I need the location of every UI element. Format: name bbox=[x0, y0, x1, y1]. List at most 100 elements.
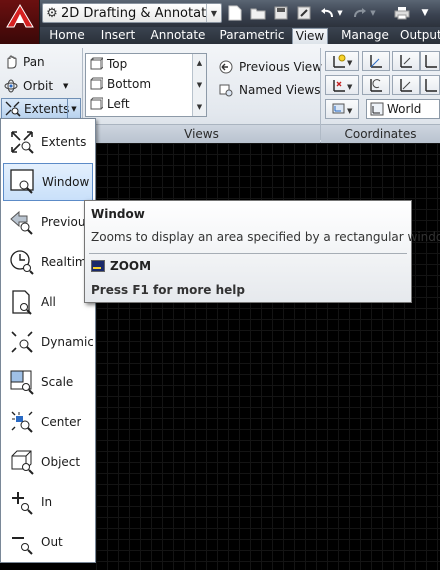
chevron-down-icon: ▼ bbox=[71, 104, 77, 113]
ucs-origin-button[interactable] bbox=[362, 51, 390, 71]
zoom-previous-icon bbox=[10, 210, 33, 235]
orbit-button[interactable]: Orbit ▼ bbox=[3, 76, 68, 95]
workspace-dropdown[interactable]: ⚙ 2D Drafting & Annotation ▼ bbox=[42, 3, 222, 23]
zoom-all-icon bbox=[12, 290, 32, 315]
view-item-left[interactable]: Left bbox=[86, 94, 206, 114]
named-views-label: Named Views bbox=[239, 83, 321, 97]
zoom-item-label: Window bbox=[42, 175, 90, 189]
gear-icon: ⚙ bbox=[46, 5, 58, 21]
zoom-item-label: In bbox=[41, 495, 53, 509]
pan-button[interactable]: Pan bbox=[3, 52, 45, 71]
zoom-menu-item-object[interactable]: Object bbox=[3, 443, 93, 481]
ucs-object-button[interactable] bbox=[392, 75, 420, 95]
tab-annotate[interactable]: Annotate bbox=[146, 28, 210, 44]
zoom-menu-item-scale[interactable]: Scale bbox=[3, 363, 93, 401]
cube-left-icon bbox=[90, 97, 103, 110]
zoom-out-icon bbox=[12, 537, 33, 555]
tab-home[interactable]: Home bbox=[44, 28, 90, 44]
previous-view-icon bbox=[219, 60, 233, 74]
named-views-button[interactable]: Named Views bbox=[218, 80, 321, 100]
save-as-icon bbox=[297, 6, 311, 20]
undo-icon bbox=[321, 8, 333, 18]
ucs-3point-button[interactable] bbox=[392, 51, 420, 71]
undo-dropdown[interactable]: ▼ bbox=[334, 4, 346, 22]
tooltip-command-name: ZOOM bbox=[110, 259, 152, 273]
command-tooltip: Window Zooms to display an area specifie… bbox=[84, 200, 440, 303]
redo-dropdown[interactable]: ▼ bbox=[367, 4, 379, 22]
redo-icon bbox=[354, 8, 366, 18]
application-menu-button[interactable] bbox=[0, 0, 40, 44]
customize-toolbar-button[interactable]: ▼ bbox=[415, 4, 435, 22]
view-item-top[interactable]: Top bbox=[86, 54, 206, 74]
ucs-icon-button[interactable]: ▼ bbox=[325, 99, 359, 119]
svg-text:▼: ▼ bbox=[347, 107, 353, 115]
cube-top-icon bbox=[90, 57, 103, 70]
tooltip-command: ZOOM bbox=[91, 259, 151, 273]
coordinates-panel-title: Coordinates bbox=[321, 124, 440, 143]
tab-output[interactable]: Output bbox=[400, 28, 440, 44]
new-file-button[interactable] bbox=[225, 4, 245, 22]
tab-view[interactable]: View bbox=[292, 28, 328, 44]
zoom-dropdown-toggle[interactable]: ▼ bbox=[67, 99, 80, 118]
gallery-scrollbar[interactable]: ▲ ▼ ▼ bbox=[192, 54, 206, 116]
zoom-menu-item-dynamic[interactable]: Dynamic bbox=[3, 323, 93, 361]
tooltip-description: Zooms to display an area specified by a … bbox=[91, 230, 440, 244]
chevron-down-icon: ▼ bbox=[370, 9, 376, 17]
zoom-dropdown-menu: Extents Window Previous Realtime All Dyn… bbox=[0, 118, 96, 563]
extents-label: Extents bbox=[24, 101, 70, 116]
open-file-button[interactable] bbox=[248, 4, 268, 22]
ucs-previous-icon bbox=[370, 79, 382, 92]
zoom-menu-item-previous[interactable]: Previous bbox=[3, 203, 93, 241]
zoom-extents-split-button[interactable]: Extents ▼ bbox=[1, 98, 81, 119]
chevron-down-icon: ▼ bbox=[63, 81, 69, 90]
zoom-center-icon bbox=[11, 411, 33, 433]
scroll-up-icon[interactable]: ▲ bbox=[197, 54, 202, 72]
scroll-down-icon[interactable]: ▼ bbox=[197, 76, 202, 94]
views-panel-title: Views bbox=[83, 124, 320, 143]
tab-parametric[interactable]: Parametric bbox=[214, 28, 290, 44]
zoom-object-icon bbox=[11, 450, 34, 475]
gallery-expand-icon[interactable]: ▼ bbox=[197, 98, 202, 116]
tooltip-divider bbox=[89, 253, 407, 254]
save-as-button[interactable] bbox=[294, 4, 314, 22]
zoom-menu-item-in[interactable]: In bbox=[3, 483, 93, 521]
hand-icon bbox=[7, 55, 17, 68]
ucs-named-combo[interactable]: World bbox=[366, 99, 440, 119]
ucs-display-icon: ▼ bbox=[332, 103, 353, 115]
zoom-menu-item-all[interactable]: All bbox=[3, 283, 93, 321]
tab-manage[interactable]: Manage bbox=[334, 28, 396, 44]
ucs-button[interactable]: ▼ bbox=[325, 51, 359, 71]
zoom-menu-item-extents[interactable]: Extents bbox=[3, 123, 93, 161]
ucs-x-icon: ▼ bbox=[333, 80, 353, 92]
tab-insert[interactable]: Insert bbox=[94, 28, 142, 44]
chevron-down-icon: ▼ bbox=[337, 9, 343, 17]
tooltip-help: Press F1 for more help bbox=[91, 283, 245, 297]
zoom-item-label: Extents bbox=[41, 135, 87, 149]
zoom-menu-item-window[interactable]: Window bbox=[3, 163, 93, 201]
chevron-down-icon: ▼ bbox=[206, 4, 221, 22]
printer-icon bbox=[394, 7, 410, 20]
zoom-in-icon bbox=[12, 492, 33, 515]
ucs-previous-button[interactable] bbox=[362, 75, 390, 95]
ucs-x-button[interactable]: ▼ bbox=[325, 75, 359, 95]
zoom-extents-icon bbox=[5, 101, 21, 117]
zoom-menu-item-realtime[interactable]: Realtime bbox=[3, 243, 93, 281]
view-item-bottom[interactable]: Bottom bbox=[86, 74, 206, 94]
zoom-item-label: Out bbox=[41, 535, 63, 549]
zoom-menu-item-center[interactable]: Center bbox=[3, 403, 93, 441]
cube-bottom-icon bbox=[90, 77, 103, 90]
ucs-face-button[interactable] bbox=[420, 75, 440, 95]
named-views-gallery[interactable]: Top Bottom Left ▲ ▼ ▼ bbox=[85, 53, 207, 117]
svg-text:▼: ▼ bbox=[347, 59, 353, 67]
ucs-z-button[interactable] bbox=[420, 51, 440, 71]
pan-label: Pan bbox=[23, 54, 45, 69]
workspace-name: 2D Drafting & Annotation bbox=[61, 5, 206, 21]
zoom-realtime-icon bbox=[10, 250, 34, 275]
save-button[interactable] bbox=[271, 4, 291, 22]
zoom-item-label: Scale bbox=[41, 375, 74, 389]
zoom-menu-item-out[interactable]: Out bbox=[3, 523, 93, 561]
zoom-item-label: Center bbox=[41, 415, 82, 429]
previous-view-button[interactable]: Previous View bbox=[218, 57, 322, 77]
plot-button[interactable] bbox=[392, 4, 412, 22]
world-ucs-icon bbox=[370, 102, 384, 116]
